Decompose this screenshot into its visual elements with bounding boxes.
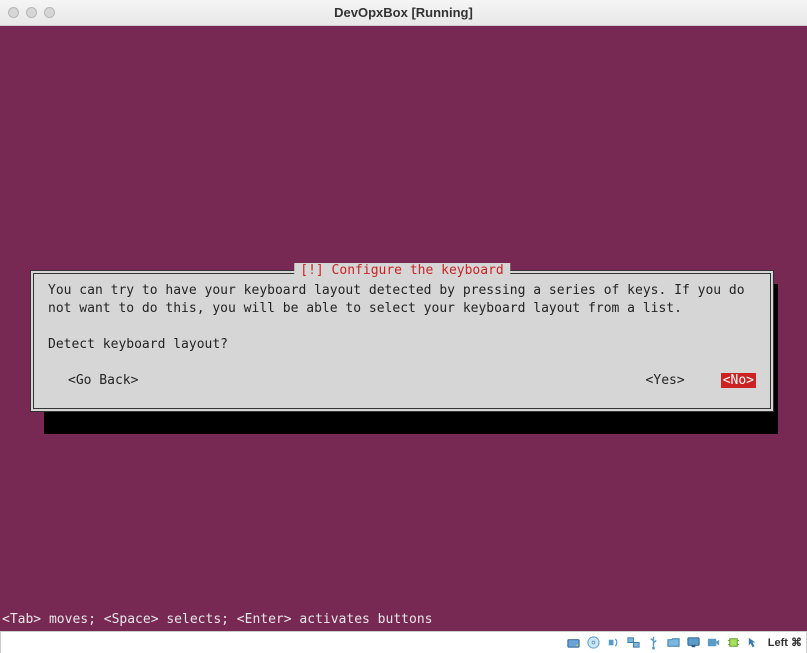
dialog-title: [!] Configure the keyboard [294,263,510,278]
configure-keyboard-dialog: [!] Configure the keyboard You can try t… [30,270,774,412]
minimize-window-button[interactable] [26,7,37,18]
audio-icon[interactable] [606,635,622,651]
go-back-button[interactable]: <Go Back> [68,373,138,388]
recording-icon[interactable] [706,635,722,651]
usb-icon[interactable] [646,635,662,651]
help-text: <Tab> moves; <Space> selects; <Enter> ac… [2,612,432,627]
window-title: DevOpxBox [Running] [0,5,807,20]
host-key-indicator[interactable]: Left ⌘ [768,636,802,649]
vm-screen[interactable]: [!] Configure the keyboard You can try t… [0,26,807,631]
dialog-prompt: Detect keyboard layout? [48,336,760,354]
no-button[interactable]: <No> [721,373,756,388]
titlebar: DevOpxBox [Running] [0,0,807,26]
close-window-button[interactable] [8,7,19,18]
network-icon[interactable] [626,635,642,651]
optical-disk-icon[interactable] [586,635,602,651]
mouse-integration-icon[interactable] [746,635,762,651]
shared-folders-icon[interactable] [666,635,682,651]
display-icon[interactable] [686,635,702,651]
yes-button[interactable]: <Yes> [646,373,685,388]
statusbar: Left ⌘ [0,631,807,653]
dialog-body: You can try to have your keyboard layout… [48,282,760,318]
hard-disk-icon[interactable] [566,635,582,651]
processor-icon[interactable] [726,635,742,651]
zoom-window-button[interactable] [44,7,55,18]
